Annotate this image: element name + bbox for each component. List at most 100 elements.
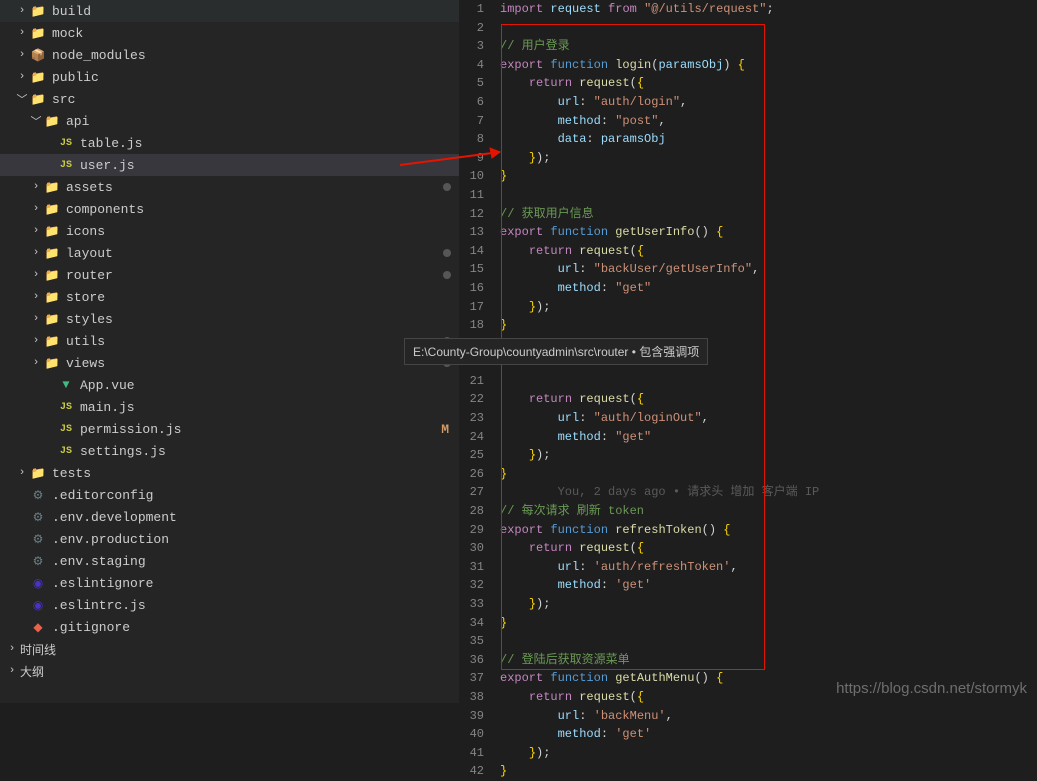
- gear-icon: ⚙: [30, 509, 46, 525]
- tree-item-store[interactable]: ›📁store: [0, 286, 459, 308]
- tree-item-layout[interactable]: ›📁layout: [0, 242, 459, 264]
- tree-item-styles[interactable]: ›📁styles: [0, 308, 459, 330]
- tree-item-label: tests: [52, 466, 91, 481]
- tree-item-node_modules[interactable]: ›📦node_modules: [0, 44, 459, 66]
- tree-item-App-vue[interactable]: ▼App.vue: [0, 374, 459, 396]
- code-line-13[interactable]: export function getUserInfo() {: [500, 223, 1037, 242]
- section-大纲[interactable]: ›大纲: [0, 660, 459, 682]
- code-line-17[interactable]: });: [500, 298, 1037, 317]
- spacer: [14, 619, 30, 635]
- code-line-32[interactable]: method: 'get': [500, 576, 1037, 595]
- tree-item-api[interactable]: ﹀📁api: [0, 110, 459, 132]
- code-line-29[interactable]: export function refreshToken() {: [500, 521, 1037, 540]
- chevron-right-icon[interactable]: ›: [14, 47, 30, 63]
- chevron-right-icon[interactable]: ›: [28, 333, 44, 349]
- chevron-right-icon[interactable]: ›: [14, 3, 30, 19]
- gear-icon: ⚙: [30, 553, 46, 569]
- spacer: [42, 135, 58, 151]
- tree-item-permission-js[interactable]: JSpermission.jsM: [0, 418, 459, 440]
- chevron-right-icon[interactable]: ›: [14, 465, 30, 481]
- code-line-8[interactable]: data: paramsObj: [500, 130, 1037, 149]
- tree-item--gitignore[interactable]: ◆.gitignore: [0, 616, 459, 638]
- code-line-25[interactable]: });: [500, 446, 1037, 465]
- code-line-42[interactable]: }: [500, 762, 1037, 781]
- code-line-24[interactable]: method: "get": [500, 428, 1037, 447]
- code-line-33[interactable]: });: [500, 595, 1037, 614]
- code-line-12[interactable]: // 获取用户信息: [500, 205, 1037, 224]
- code-line-30[interactable]: return request({: [500, 539, 1037, 558]
- code-line-16[interactable]: method: "get": [500, 279, 1037, 298]
- tree-item--env-production[interactable]: ⚙.env.production: [0, 528, 459, 550]
- tree-item-components[interactable]: ›📁components: [0, 198, 459, 220]
- tree-item-build[interactable]: ›📁build: [0, 0, 459, 22]
- spacer: [42, 399, 58, 415]
- code-line-1[interactable]: import request from "@/utils/request";: [500, 0, 1037, 19]
- tree-item-main-js[interactable]: JSmain.js: [0, 396, 459, 418]
- tree-item--env-staging[interactable]: ⚙.env.staging: [0, 550, 459, 572]
- file-explorer[interactable]: ›📁build›📁mock›📦node_modules›📁public﹀📁src…: [0, 0, 460, 703]
- tree-item-label: utils: [66, 334, 105, 349]
- tree-item-src[interactable]: ﹀📁src: [0, 88, 459, 110]
- js-icon: JS: [58, 421, 74, 437]
- tree-item-table-js[interactable]: JStable.js: [0, 132, 459, 154]
- code-line-15[interactable]: url: "backUser/getUserInfo",: [500, 260, 1037, 279]
- tree-item-public[interactable]: ›📁public: [0, 66, 459, 88]
- tree-item-tests[interactable]: ›📁tests: [0, 462, 459, 484]
- code-line-22[interactable]: return request({: [500, 390, 1037, 409]
- code-line-41[interactable]: });: [500, 744, 1037, 763]
- code-line-31[interactable]: url: 'auth/refreshToken',: [500, 558, 1037, 577]
- tree-item-views[interactable]: ›📁views: [0, 352, 459, 374]
- code-line-7[interactable]: method: "post",: [500, 112, 1037, 131]
- code-line-11[interactable]: [500, 186, 1037, 205]
- chevron-right-icon[interactable]: ›: [28, 223, 44, 239]
- code-line-36[interactable]: // 登陆后获取资源菜单: [500, 651, 1037, 670]
- code-line-9[interactable]: });: [500, 149, 1037, 168]
- tree-item-label: settings.js: [80, 444, 166, 459]
- code-line-26[interactable]: }: [500, 465, 1037, 484]
- chevron-down-icon[interactable]: ﹀: [28, 113, 44, 129]
- code-line-2[interactable]: [500, 19, 1037, 38]
- chevron-right-icon[interactable]: ›: [14, 69, 30, 85]
- editorconfig-icon: ⚙: [30, 487, 46, 503]
- code-line-40[interactable]: method: 'get': [500, 725, 1037, 744]
- code-line-23[interactable]: url: "auth/loginOut",: [500, 409, 1037, 428]
- chevron-right-icon[interactable]: ›: [28, 201, 44, 217]
- watermark: https://blog.csdn.net/stormyk: [836, 680, 1027, 697]
- code-line-3[interactable]: // 用户登录: [500, 37, 1037, 56]
- chevron-right-icon[interactable]: ›: [28, 179, 44, 195]
- section-时间线[interactable]: ›时间线: [0, 638, 459, 660]
- tree-item-utils[interactable]: ›📁utils: [0, 330, 459, 352]
- code-line-27[interactable]: You, 2 days ago • 请求头 增加 客户端 IP: [500, 483, 1037, 502]
- tree-item-mock[interactable]: ›📁mock: [0, 22, 459, 44]
- code-line-4[interactable]: export function login(paramsObj) {: [500, 56, 1037, 75]
- tree-item--eslintignore[interactable]: ◉.eslintignore: [0, 572, 459, 594]
- code-line-39[interactable]: url: 'backMenu',: [500, 707, 1037, 726]
- chevron-right-icon[interactable]: ›: [28, 267, 44, 283]
- code-line-14[interactable]: return request({: [500, 242, 1037, 261]
- chevron-right-icon[interactable]: ›: [28, 355, 44, 371]
- code-line-10[interactable]: }: [500, 167, 1037, 186]
- tree-item--env-development[interactable]: ⚙.env.development: [0, 506, 459, 528]
- code-line-21[interactable]: [500, 372, 1037, 391]
- chevron-right-icon[interactable]: ›: [28, 245, 44, 261]
- tree-item-assets[interactable]: ›📁assets: [0, 176, 459, 198]
- tree-item-icons[interactable]: ›📁icons: [0, 220, 459, 242]
- chevron-right-icon[interactable]: ›: [14, 25, 30, 41]
- code-line-28[interactable]: // 每次请求 刷新 token: [500, 502, 1037, 521]
- code-line-35[interactable]: [500, 632, 1037, 651]
- tree-item--eslintrc-js[interactable]: ◉.eslintrc.js: [0, 594, 459, 616]
- tree-item-label: build: [52, 4, 91, 19]
- code-line-5[interactable]: return request({: [500, 74, 1037, 93]
- tree-item-label: assets: [66, 180, 113, 195]
- tree-item-router[interactable]: ›📁router: [0, 264, 459, 286]
- folder-teal-icon: 📁: [44, 113, 60, 129]
- chevron-right-icon[interactable]: ›: [28, 289, 44, 305]
- code-line-18[interactable]: }: [500, 316, 1037, 335]
- chevron-right-icon[interactable]: ›: [28, 311, 44, 327]
- code-line-34[interactable]: }: [500, 614, 1037, 633]
- tree-item-settings-js[interactable]: JSsettings.js: [0, 440, 459, 462]
- tree-item--editorconfig[interactable]: ⚙.editorconfig: [0, 484, 459, 506]
- chevron-down-icon[interactable]: ﹀: [14, 91, 30, 107]
- code-line-6[interactable]: url: "auth/login",: [500, 93, 1037, 112]
- tree-item-user-js[interactable]: JSuser.js: [0, 154, 459, 176]
